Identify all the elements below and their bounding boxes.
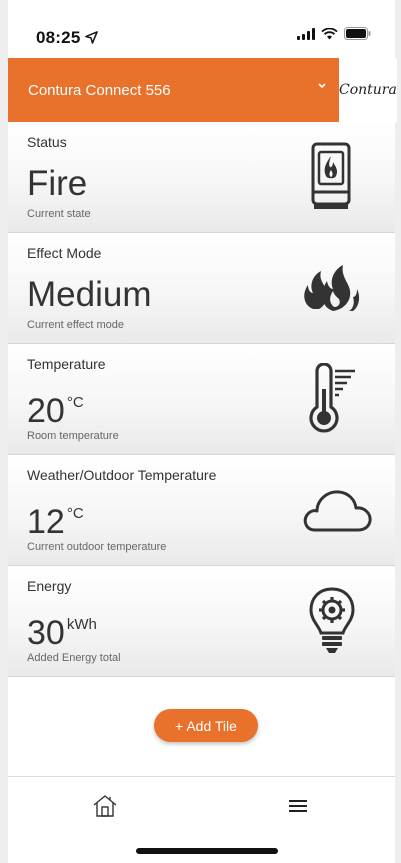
tile-value-text: Medium <box>27 275 152 314</box>
brand-logo: Contura <box>339 58 397 122</box>
tile-value: Medium <box>27 277 151 312</box>
status-icons <box>297 27 371 40</box>
tile-subtitle: Current outdoor temperature <box>27 541 167 553</box>
tile-value: Fire <box>27 166 87 201</box>
stove-fire-icon <box>295 140 369 214</box>
device-selector[interactable]: Contura Connect 556 <box>8 58 339 122</box>
brand-name: Contura <box>339 82 397 98</box>
tile-value: 20 °C <box>27 394 84 428</box>
tile-list: Status Fire Current state Effect Mode Me… <box>8 122 395 677</box>
menu-icon <box>289 799 308 812</box>
wifi-icon <box>321 27 338 40</box>
tile-subtitle: Current effect mode <box>27 319 125 331</box>
nav-menu[interactable] <box>202 777 396 834</box>
tile-subtitle: Added Energy total <box>27 652 121 664</box>
tile-energy[interactable]: Energy 30 kWh Added Energy total <box>8 566 395 677</box>
tile-value-text: Fire <box>27 164 88 203</box>
status-bar: 08:25 <box>8 0 395 58</box>
lightbulb-gear-icon <box>295 584 369 658</box>
add-tile-button[interactable]: + Add Tile <box>154 709 258 742</box>
home-icon <box>93 794 117 817</box>
battery-icon <box>344 27 371 40</box>
tile-value-text: 12 <box>27 503 65 541</box>
tile-status[interactable]: Status Fire Current state <box>8 122 395 233</box>
flames-icon <box>295 251 369 325</box>
device-name: Contura Connect 556 <box>28 81 171 99</box>
tile-value-text: 20 <box>27 392 65 430</box>
signal-icon <box>297 27 315 40</box>
tile-effect-mode[interactable]: Effect Mode Medium Current effect mode <box>8 233 395 344</box>
tile-title: Energy <box>27 578 72 594</box>
home-indicator[interactable] <box>136 848 278 854</box>
tile-subtitle: Current state <box>27 208 91 220</box>
tile-subtitle: Room temperature <box>27 430 119 442</box>
location-arrow-icon <box>85 31 99 44</box>
app-header: Contura Connect 556 Contura <box>8 58 397 122</box>
tile-value: 30 kWh <box>27 616 97 650</box>
tile-title: Status <box>27 134 67 150</box>
cloud-icon <box>297 473 377 547</box>
tile-title: Effect Mode <box>27 245 102 261</box>
tile-title: Weather/Outdoor Temperature <box>27 467 217 483</box>
tile-unit: °C <box>66 505 84 522</box>
nav-home[interactable] <box>8 777 202 834</box>
tile-value-text: 30 <box>27 614 65 652</box>
bottom-nav <box>8 776 395 834</box>
app-screen: 08:25 Contura Connect 556 Contura Status… <box>0 0 401 863</box>
tile-unit: °C <box>66 394 84 411</box>
tile-value: 12 °C <box>27 505 84 539</box>
tile-weather[interactable]: Weather/Outdoor Temperature 12 °C Current… <box>8 455 395 566</box>
tile-temperature[interactable]: Temperature 20 °C Room temperature <box>8 344 395 455</box>
thermometer-icon <box>295 362 369 436</box>
tile-title: Temperature <box>27 356 106 372</box>
tile-unit: kWh <box>66 616 97 633</box>
clock: 08:25 <box>36 28 81 47</box>
status-time: 08:25 <box>36 28 99 48</box>
chevron-down-icon <box>318 83 326 89</box>
